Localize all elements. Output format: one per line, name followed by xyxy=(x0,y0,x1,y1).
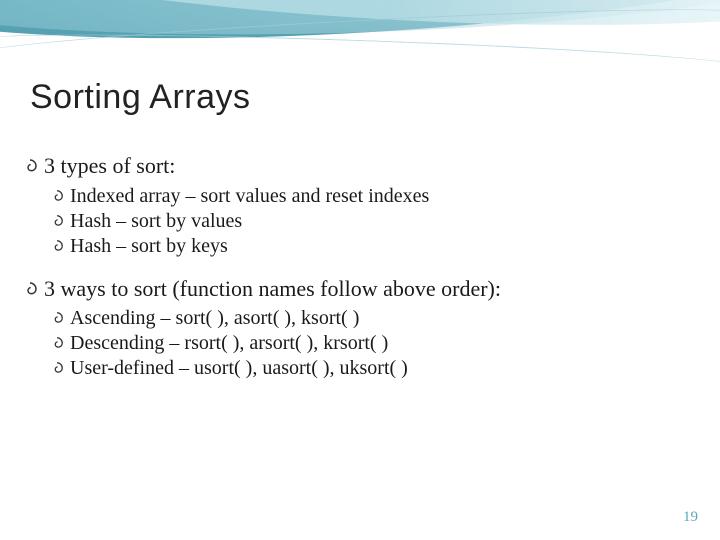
bullet-text: 3 types of sort: xyxy=(44,152,175,180)
swirl-icon xyxy=(50,189,64,203)
slide-title: Sorting Arrays xyxy=(30,78,251,117)
list-item: Hash – sort by values xyxy=(50,209,682,234)
list-item: 3 types of sort: xyxy=(22,152,682,180)
swirl-icon xyxy=(22,281,38,297)
bullet-text: Indexed array – sort values and reset in… xyxy=(70,184,429,209)
list-item: Indexed array – sort values and reset in… xyxy=(50,184,682,209)
swirl-icon xyxy=(50,214,64,228)
bullet-text: Hash – sort by values xyxy=(70,209,242,234)
header-decoration xyxy=(0,0,720,80)
bullet-text: 3 ways to sort (function names follow ab… xyxy=(44,275,501,303)
list-item: Hash – sort by keys xyxy=(50,234,682,259)
swirl-icon xyxy=(50,361,64,375)
bullet-text: Descending – rsort( ), arsort( ), krsort… xyxy=(70,331,388,356)
slide-number: 19 xyxy=(683,509,698,526)
list-item: Ascending – sort( ), asort( ), ksort( ) xyxy=(50,306,682,331)
swirl-icon xyxy=(50,336,64,350)
list-item: User-defined – usort( ), uasort( ), ukso… xyxy=(50,356,682,381)
swirl-icon xyxy=(50,239,64,253)
swirl-icon xyxy=(50,311,64,325)
bullet-text: Hash – sort by keys xyxy=(70,234,228,259)
list-item: Descending – rsort( ), arsort( ), krsort… xyxy=(50,331,682,356)
slide: Sorting Arrays 3 types of sort: Indexed … xyxy=(0,0,720,540)
bullet-text: User-defined – usort( ), uasort( ), ukso… xyxy=(70,356,408,381)
slide-body: 3 types of sort: Indexed array – sort va… xyxy=(22,150,682,381)
swirl-icon xyxy=(22,158,38,174)
bullet-text: Ascending – sort( ), asort( ), ksort( ) xyxy=(70,306,359,331)
list-item: 3 ways to sort (function names follow ab… xyxy=(22,275,682,303)
